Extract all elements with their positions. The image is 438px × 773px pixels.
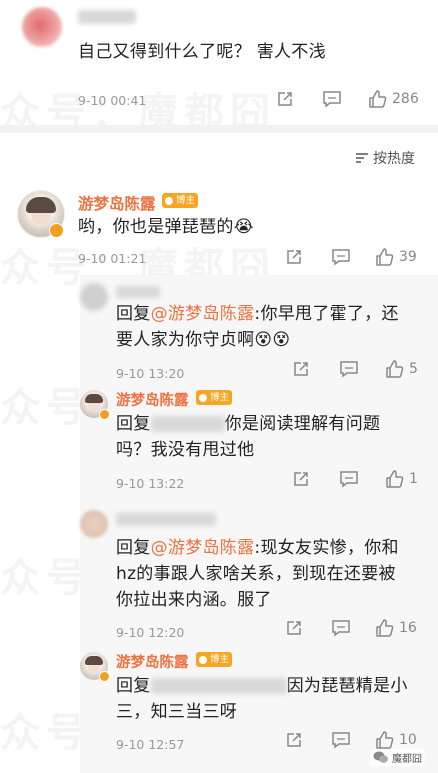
like-count: 39 xyxy=(399,249,417,265)
mention-link[interactable]: @游梦岛陈露 xyxy=(151,538,255,558)
reply-text: 回复 你是阅读理解有问题 xyxy=(116,414,381,434)
like-button[interactable]: 286 xyxy=(368,89,419,109)
reply-text: 要人家为你守贞啊😵😵 xyxy=(116,330,291,350)
verified-icon xyxy=(99,409,110,420)
mention-blurred[interactable] xyxy=(150,678,287,694)
share-icon xyxy=(278,92,292,106)
verified-icon xyxy=(99,671,110,682)
thumbs-up-icon xyxy=(376,248,394,266)
reply-text: 回复 因为琵琶精是小 xyxy=(116,676,408,696)
reply-text: 你拉出来内涵。服了 xyxy=(116,590,272,610)
thumbs-up-icon xyxy=(376,731,394,749)
like-count: 5 xyxy=(409,361,418,377)
comment-text: 自己又得到什么了呢？ 害人不浅 xyxy=(78,42,326,62)
like-count: 16 xyxy=(399,620,417,636)
badge-icon xyxy=(199,393,207,402)
reply-text: 回复@游梦岛陈露:你早甩了霍了，还 xyxy=(116,304,399,324)
reply-button[interactable] xyxy=(322,90,342,108)
avatar-hair xyxy=(85,394,103,403)
share-button[interactable] xyxy=(285,619,303,637)
comment-icon xyxy=(332,620,350,637)
reply-text: 吗？我没有甩过他 xyxy=(116,440,255,460)
share-icon xyxy=(287,250,301,264)
thumbs-up-icon xyxy=(386,360,404,378)
share-button[interactable] xyxy=(285,731,303,749)
section-divider xyxy=(0,125,438,133)
like-count: 1 xyxy=(409,471,418,487)
comment-icon xyxy=(332,732,350,749)
comment-text: 哟，你也是弹琵琶的😭 xyxy=(78,217,254,237)
avatar-hair xyxy=(26,197,56,213)
share-button[interactable] xyxy=(276,90,294,108)
reply-button[interactable] xyxy=(331,731,351,749)
comment-time: 9-10 00:41 xyxy=(78,93,147,108)
reply-text: 三，知三当三呀 xyxy=(116,702,238,722)
comment-icon xyxy=(340,361,358,378)
share-icon xyxy=(287,621,301,635)
avatar[interactable] xyxy=(80,510,108,538)
thumbs-up-icon xyxy=(369,90,387,108)
like-button[interactable]: 5 xyxy=(385,359,418,379)
share-button[interactable] xyxy=(285,248,303,266)
reply-time: 9-10 12:57 xyxy=(116,737,185,752)
reply-text: hz的事跟人家啥关系，到现在还要被 xyxy=(116,564,396,584)
reply-text: 回复@游梦岛陈露:现女友实惨，你和 xyxy=(116,538,399,558)
username-blurred[interactable] xyxy=(78,10,136,24)
username-blurred[interactable] xyxy=(116,286,160,298)
blogger-badge: 博主 xyxy=(162,193,199,208)
share-icon xyxy=(294,362,308,376)
reply-button[interactable] xyxy=(331,619,351,637)
like-button[interactable]: 16 xyxy=(375,618,417,638)
blogger-badge: 博主 xyxy=(196,652,233,667)
share-button[interactable] xyxy=(292,360,310,378)
comment-time: 9-10 01:21 xyxy=(78,251,147,266)
comment-icon xyxy=(340,471,358,488)
author-name[interactable]: 游梦岛陈露 xyxy=(116,651,189,672)
comment-icon xyxy=(332,249,350,266)
reply-time: 9-10 13:22 xyxy=(116,476,185,491)
mention-blurred[interactable] xyxy=(150,416,225,432)
avatar-hair xyxy=(85,656,103,665)
wechat-icon xyxy=(373,751,388,763)
like-count: 286 xyxy=(392,91,419,107)
reply-button[interactable] xyxy=(339,360,359,378)
reply-button[interactable] xyxy=(331,248,351,266)
username-blurred[interactable] xyxy=(116,513,216,526)
share-button[interactable] xyxy=(292,470,310,488)
badge-icon xyxy=(199,655,207,664)
blogger-badge: 博主 xyxy=(196,390,233,405)
comment-icon xyxy=(323,91,341,108)
like-count: 10 xyxy=(399,732,417,748)
verified-icon xyxy=(49,223,64,238)
like-button[interactable]: 10 xyxy=(375,730,417,750)
like-button[interactable]: 1 xyxy=(385,469,418,489)
avatar-blurred[interactable] xyxy=(80,283,108,311)
author-name[interactable]: 游梦岛陈露 xyxy=(78,192,156,214)
share-icon xyxy=(287,733,301,747)
badge-icon xyxy=(165,196,173,205)
thumbs-up-icon xyxy=(376,619,394,637)
thumbs-up-icon xyxy=(386,470,404,488)
watermark-logo: 魔都囧 xyxy=(370,749,425,766)
sort-label: 按热度 xyxy=(373,151,415,167)
sort-icon xyxy=(356,153,368,163)
reply-time: 9-10 12:20 xyxy=(116,625,185,640)
like-button[interactable]: 39 xyxy=(375,247,417,267)
share-icon xyxy=(294,472,308,486)
mention-link[interactable]: @游梦岛陈露 xyxy=(151,304,255,324)
sort-button[interactable]: 按热度 xyxy=(355,148,415,168)
avatar[interactable] xyxy=(22,7,62,47)
reply-time: 9-10 13:20 xyxy=(116,366,185,381)
author-name[interactable]: 游梦岛陈露 xyxy=(116,389,189,410)
reply-button[interactable] xyxy=(339,470,359,488)
watermark-logo-text: 魔都囧 xyxy=(392,754,422,765)
